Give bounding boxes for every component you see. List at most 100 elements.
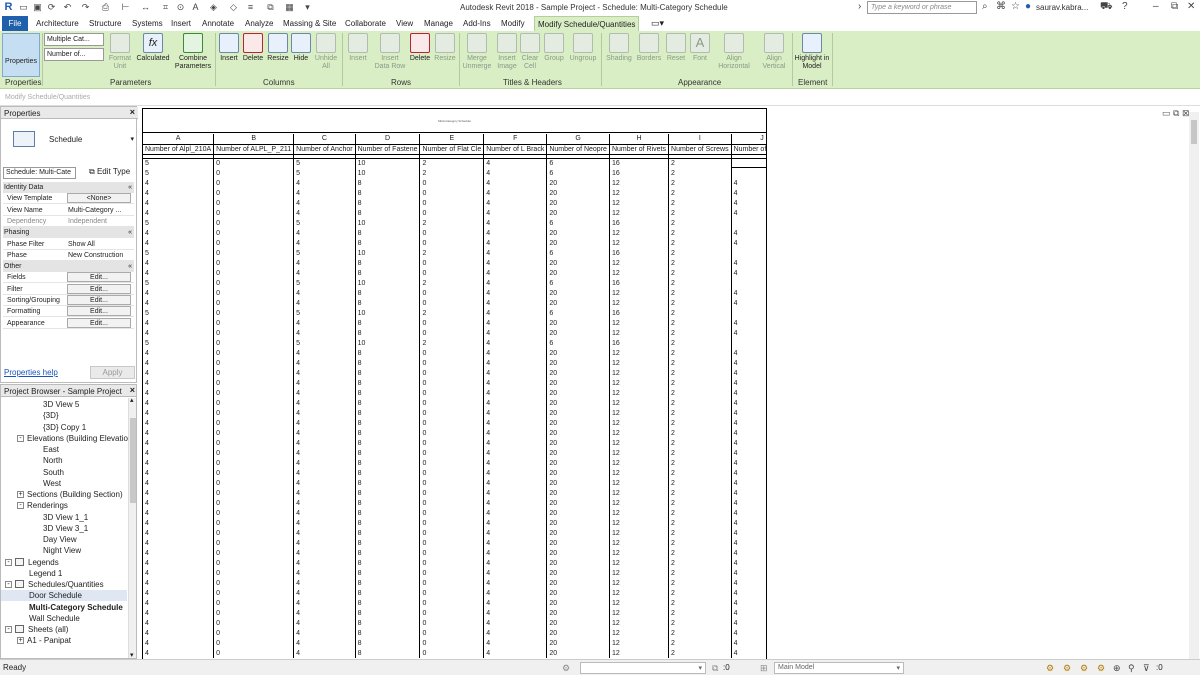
table-cell[interactable]: 20 — [546, 208, 610, 218]
table-cell[interactable]: 2 — [668, 368, 732, 378]
tab-manage[interactable]: Manage — [421, 16, 456, 31]
table-cell[interactable]: 8 — [354, 178, 420, 188]
table-cell[interactable]: 0 — [419, 288, 484, 298]
table-cell[interactable]: 20 — [546, 518, 610, 528]
table-cell[interactable]: 4 — [143, 628, 214, 638]
table-cell[interactable]: 4 — [293, 348, 356, 358]
table-cell[interactable]: 0 — [419, 478, 484, 488]
table-cell[interactable]: 4 — [143, 178, 214, 188]
table-cell[interactable]: 4 — [293, 188, 356, 198]
table-cell[interactable]: 8 — [354, 258, 420, 268]
switch-windows-icon[interactable]: ▦ — [284, 2, 295, 13]
table-cell[interactable]: 20 — [546, 368, 610, 378]
table-cell[interactable]: 0 — [419, 518, 484, 528]
property-value[interactable]: Multi-Category ... — [67, 205, 133, 216]
table-cell[interactable]: 20 — [546, 358, 610, 368]
table-cell[interactable]: 8 — [354, 498, 420, 508]
workset-selector[interactable]: ▾ — [580, 662, 706, 674]
table-cell[interactable]: 4 — [293, 428, 356, 438]
table-cell[interactable]: 0 — [213, 258, 294, 268]
table-cell[interactable]: 20 — [546, 328, 610, 338]
user-icon[interactable]: ● — [1025, 1, 1031, 12]
table-cell[interactable]: 0 — [213, 248, 294, 258]
table-cell[interactable]: 2 — [668, 458, 732, 468]
table-cell[interactable]: 20 — [546, 428, 610, 438]
table-cell[interactable]: 12 — [608, 298, 669, 308]
table-cell[interactable]: 8 — [354, 548, 420, 558]
table-cell[interactable]: 8 — [354, 588, 420, 598]
table-cell[interactable]: 0 — [213, 498, 294, 508]
table-cell[interactable]: 4 — [483, 478, 547, 488]
table-cell[interactable]: 0 — [213, 548, 294, 558]
insert-column-button[interactable]: Insert — [218, 33, 240, 63]
table-cell[interactable]: 12 — [608, 188, 669, 198]
table-cell[interactable]: 4 — [293, 388, 356, 398]
table-cell[interactable]: 6 — [546, 278, 610, 288]
table-cell[interactable]: 12 — [608, 608, 669, 618]
table-cell[interactable]: 4 — [730, 548, 766, 558]
table-cell[interactable]: 4 — [143, 618, 214, 628]
table-cell[interactable]: 2 — [668, 288, 732, 298]
table-cell[interactable]: 12 — [608, 348, 669, 358]
table-cell[interactable]: 4 — [483, 158, 547, 168]
table-cell[interactable]: 2 — [668, 558, 732, 568]
table-cell[interactable]: 4 — [483, 458, 547, 468]
help-icon[interactable]: ? — [1122, 1, 1128, 12]
table-cell[interactable]: 0 — [419, 228, 484, 238]
collapse-icon[interactable]: - — [5, 581, 12, 588]
table-cell[interactable]: 0 — [213, 608, 294, 618]
chevron-right-icon[interactable]: › — [858, 1, 861, 12]
table-cell[interactable]: 16 — [608, 308, 669, 318]
table-cell[interactable]: 0 — [419, 538, 484, 548]
table-cell[interactable]: 4 — [293, 178, 356, 188]
table-cell[interactable]: 0 — [213, 298, 294, 308]
table-cell[interactable]: 8 — [354, 428, 420, 438]
expand-icon[interactable]: + — [17, 491, 24, 498]
table-cell[interactable]: 2 — [668, 318, 732, 328]
table-cell[interactable]: 4 — [293, 638, 356, 648]
table-cell[interactable]: 2 — [668, 468, 732, 478]
table-cell[interactable]: 4 — [143, 498, 214, 508]
tab-modify-schedule[interactable]: Modify Schedule/Quantities — [534, 16, 640, 31]
property-value-button[interactable]: Edit... — [67, 306, 131, 317]
tree-item[interactable]: South — [1, 467, 127, 478]
table-cell[interactable]: 0 — [213, 628, 294, 638]
table-cell[interactable]: 0 — [213, 378, 294, 388]
undo-icon[interactable]: ↶ — [62, 2, 73, 13]
table-cell[interactable]: 2 — [668, 208, 732, 218]
table-cell[interactable]: 4 — [143, 228, 214, 238]
table-cell[interactable]: 4 — [483, 318, 547, 328]
table-cell[interactable]: 5 — [143, 168, 214, 178]
close-icon[interactable]: × — [130, 385, 135, 395]
table-cell[interactable]: 20 — [546, 268, 610, 278]
tree-item[interactable]: - Schedules/Quantities — [1, 579, 127, 590]
table-cell[interactable]: 4 — [483, 258, 547, 268]
table-cell[interactable]: 4 — [730, 568, 766, 578]
table-cell[interactable]: 20 — [546, 548, 610, 558]
table-cell[interactable]: 4 — [143, 188, 214, 198]
table-cell[interactable]: 8 — [354, 358, 420, 368]
section-icon[interactable]: ◇ — [228, 2, 239, 13]
tab-collaborate[interactable]: Collaborate — [342, 16, 389, 31]
table-cell[interactable]: 5 — [293, 168, 356, 178]
binoculars-icon[interactable]: ⌕ — [982, 1, 988, 12]
table-cell[interactable]: 0 — [213, 358, 294, 368]
column-header[interactable]: Number of Neopre — [546, 144, 610, 155]
hide-column-button[interactable]: Hide — [291, 33, 311, 63]
table-cell[interactable]: 4 — [293, 318, 356, 328]
table-cell[interactable]: 8 — [354, 578, 420, 588]
table-cell[interactable]: 4 — [293, 328, 356, 338]
table-cell[interactable]: 4 — [730, 268, 766, 278]
combine-parameters-button[interactable]: Combine Parameters — [173, 33, 213, 71]
table-cell[interactable] — [730, 168, 766, 178]
table-cell[interactable]: 0 — [419, 638, 484, 648]
align-horizontal-button[interactable]: Align Horizontal — [714, 33, 754, 71]
column-letter[interactable]: D — [354, 134, 420, 145]
table-cell[interactable]: 0 — [419, 408, 484, 418]
borders-button[interactable]: Borders — [635, 33, 663, 63]
table-cell[interactable]: 0 — [213, 198, 294, 208]
tree-item[interactable]: 3D View 3_1 — [1, 523, 127, 534]
table-cell[interactable]: 10 — [354, 278, 420, 288]
restore-icon[interactable]: ⧉ — [1171, 1, 1178, 12]
table-cell[interactable]: 4 — [483, 428, 547, 438]
